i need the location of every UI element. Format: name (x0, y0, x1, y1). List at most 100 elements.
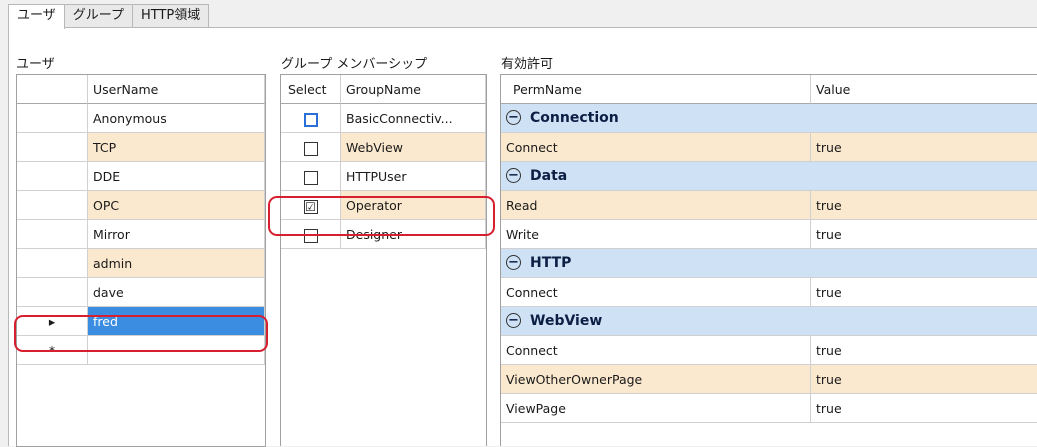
username-cell[interactable]: dave (88, 278, 265, 307)
group-row[interactable]: Designer (281, 220, 486, 249)
perm-value-cell[interactable]: true (811, 220, 1037, 249)
user-row[interactable]: Anonymous (17, 104, 265, 133)
user-row[interactable]: DDE (17, 162, 265, 191)
username-cell[interactable]: fred (88, 307, 265, 336)
row-header-corner (17, 75, 88, 104)
membership-section-label: グループ メンバーシップ (281, 57, 428, 72)
user-row[interactable]: admin (17, 249, 265, 278)
group-checkbox[interactable] (303, 112, 318, 127)
select-column-header[interactable]: Select (281, 75, 341, 104)
row-header[interactable] (17, 220, 88, 249)
perm-row[interactable]: Write true (501, 220, 1037, 249)
groupname-cell[interactable]: Designer (341, 220, 486, 249)
group-checkbox[interactable] (303, 170, 318, 185)
row-header[interactable] (17, 278, 88, 307)
user-row-selected[interactable]: ▸ fred (17, 307, 265, 336)
group-row[interactable]: HTTPUser (281, 162, 486, 191)
perm-value-cell[interactable]: true (811, 365, 1037, 394)
users-grid-header: UserName (17, 75, 265, 104)
perm-group-name: Connection (530, 110, 619, 126)
permname-cell[interactable]: Connect (501, 133, 811, 162)
perm-grid-header: PermName Value (501, 75, 1037, 104)
perm-group-name: HTTP (530, 255, 572, 271)
user-row[interactable]: TCP (17, 133, 265, 162)
user-row[interactable]: OPC (17, 191, 265, 220)
username-column-header[interactable]: UserName (88, 75, 265, 104)
tab-strip: ユーザ グループ HTTP領域 (8, 4, 210, 29)
perm-row[interactable]: Read true (501, 191, 1037, 220)
perm-group-webview[interactable]: − WebView (501, 307, 1037, 336)
username-cell[interactable]: Anonymous (88, 104, 265, 133)
select-cell[interactable]: ☑ (281, 191, 341, 220)
perm-value-cell[interactable]: true (811, 133, 1037, 162)
new-username-cell[interactable] (88, 336, 265, 365)
username-cell[interactable]: admin (88, 249, 265, 278)
row-header[interactable] (17, 162, 88, 191)
users-section-label: ユーザ (16, 57, 55, 72)
permname-cell[interactable]: Connect (501, 336, 811, 365)
perm-row[interactable]: Connect true (501, 336, 1037, 365)
new-user-row[interactable]: * (17, 336, 265, 365)
group-membership-grid: Select GroupName BasicConnectiv... WebVi… (280, 74, 487, 446)
perm-group-label: − Connection (501, 104, 1037, 133)
row-header[interactable] (17, 133, 88, 162)
perm-value-cell[interactable]: true (811, 191, 1037, 220)
group-row[interactable]: BasicConnectiv... (281, 104, 486, 133)
effective-permissions-grid: PermName Value − Connection Connect true … (500, 74, 1037, 446)
tab-groups[interactable]: グループ (63, 4, 133, 27)
collapse-icon[interactable]: − (506, 254, 521, 270)
groupname-cell[interactable]: Operator (341, 191, 486, 220)
new-row-indicator[interactable]: * (17, 336, 88, 365)
permname-cell[interactable]: Connect (501, 278, 811, 307)
user-row[interactable]: Mirror (17, 220, 265, 249)
select-cell[interactable] (281, 104, 341, 133)
username-cell[interactable]: DDE (88, 162, 265, 191)
group-checkbox-checked[interactable]: ☑ (303, 199, 318, 214)
collapse-icon[interactable]: − (506, 312, 521, 328)
permissions-section-label: 有効許可 (501, 57, 554, 72)
perm-group-data[interactable]: − Data (501, 162, 1037, 191)
value-column-header[interactable]: Value (811, 75, 1037, 104)
perm-group-label: − Data (501, 162, 1037, 191)
perm-row[interactable]: Connect true (501, 278, 1037, 307)
perm-group-name: WebView (530, 313, 603, 329)
row-header[interactable] (17, 249, 88, 278)
username-cell[interactable]: Mirror (88, 220, 265, 249)
group-checkbox[interactable] (303, 141, 318, 156)
groupname-column-header[interactable]: GroupName (341, 75, 486, 104)
permname-cell[interactable]: Write (501, 220, 811, 249)
permname-column-header[interactable]: PermName (501, 75, 811, 104)
tab-http-realm[interactable]: HTTP領域 (131, 4, 210, 27)
tab-users[interactable]: ユーザ (8, 4, 65, 29)
select-cell[interactable] (281, 220, 341, 249)
permname-cell[interactable]: ViewPage (501, 394, 811, 423)
collapse-icon[interactable]: − (506, 109, 521, 125)
user-row[interactable]: dave (17, 278, 265, 307)
group-row[interactable]: ☑ Operator (281, 191, 486, 220)
perm-row[interactable]: ViewPage true (501, 394, 1037, 423)
perm-row[interactable]: ViewOtherOwnerPage true (501, 365, 1037, 394)
perm-value-cell[interactable]: true (811, 278, 1037, 307)
permname-cell[interactable]: ViewOtherOwnerPage (501, 365, 811, 394)
perm-value-cell[interactable]: true (811, 336, 1037, 365)
collapse-icon[interactable]: − (506, 167, 521, 183)
row-header[interactable] (17, 104, 88, 133)
perm-row[interactable]: Connect true (501, 133, 1037, 162)
select-cell[interactable] (281, 133, 341, 162)
perm-group-http[interactable]: − HTTP (501, 249, 1037, 278)
groupname-cell[interactable]: HTTPUser (341, 162, 486, 191)
current-row-indicator[interactable]: ▸ (17, 307, 88, 336)
perm-group-label: − HTTP (501, 249, 1037, 278)
perm-group-connection[interactable]: − Connection (501, 104, 1037, 133)
username-cell[interactable]: TCP (88, 133, 265, 162)
groupname-cell[interactable]: BasicConnectiv... (341, 104, 486, 133)
permname-cell[interactable]: Read (501, 191, 811, 220)
groupname-cell[interactable]: WebView (341, 133, 486, 162)
group-row[interactable]: WebView (281, 133, 486, 162)
perm-group-name: Data (530, 168, 568, 184)
row-header[interactable] (17, 191, 88, 220)
perm-value-cell[interactable]: true (811, 394, 1037, 423)
username-cell[interactable]: OPC (88, 191, 265, 220)
select-cell[interactable] (281, 162, 341, 191)
group-checkbox[interactable] (303, 228, 318, 243)
